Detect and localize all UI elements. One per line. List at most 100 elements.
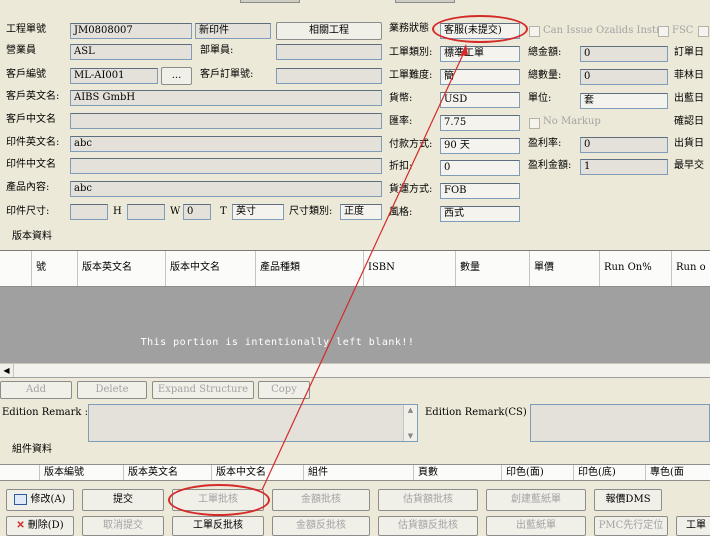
col-run-o[interactable]: Run o [672, 251, 710, 286]
pmc-position-button[interactable]: PMC先行定位 [594, 516, 668, 536]
total-amount-field[interactable]: 0 [580, 46, 668, 62]
size-unit-select[interactable]: 英寸 [232, 204, 284, 220]
copy-version-button[interactable]: Copy [258, 381, 310, 399]
scroll-left-arrow-icon[interactable]: ◀ [0, 364, 14, 377]
modify-button[interactable]: 修改(A) [6, 489, 74, 511]
discount-field[interactable]: 0 [440, 160, 520, 176]
no-markup-checkbox[interactable] [529, 118, 540, 129]
col-no[interactable]: 號 [32, 251, 78, 286]
versions-section-label: 版本資料 [12, 231, 52, 242]
job-extra-button[interactable]: 工單 [676, 516, 710, 536]
dept-field[interactable] [276, 44, 382, 60]
sales-label: 營業員 [6, 45, 36, 56]
job-type-label: 工單類別: [389, 47, 433, 58]
unit-select[interactable]: 套 [580, 93, 668, 109]
amount-approve-button[interactable]: 金額批核 [272, 489, 370, 511]
shipping-select[interactable]: FOB [440, 183, 520, 199]
fsc-label: FSC [672, 25, 694, 36]
blue-date-label: 出藍日 [674, 93, 704, 104]
discount-label: 折扣: [389, 161, 413, 172]
issue-blueprint-button[interactable]: 出藍紙單 [486, 516, 586, 536]
profit-rate-field[interactable]: 0 [580, 137, 668, 153]
comp-col-version-en[interactable]: 版本英文名 [124, 465, 212, 480]
ozalids-label: Can Issue Ozalids Instr. [543, 25, 663, 36]
print-en-field[interactable]: abc [70, 136, 382, 152]
create-blueprint-button[interactable]: 創建藍紙單 [486, 489, 586, 511]
profit-amount-field[interactable]: 1 [580, 159, 668, 175]
amount-unapprove-button[interactable]: 金額反批核 [272, 516, 370, 536]
size-h-field[interactable] [127, 204, 165, 220]
edition-remark-textarea[interactable]: ▲ ▼ [88, 404, 418, 442]
scroll-up-icon[interactable]: ▲ [404, 405, 417, 415]
difficulty-select[interactable]: 簡 [440, 69, 520, 85]
submit-button[interactable]: 提交 [82, 489, 164, 511]
col-price[interactable]: 單價 [530, 251, 600, 286]
cust-order-field[interactable] [276, 68, 382, 84]
cust-lookup-button[interactable]: ... [161, 67, 192, 85]
col-version-cn[interactable]: 版本中文名 [166, 251, 256, 286]
cust-code-field[interactable]: ML-AI001 [70, 68, 158, 84]
delete-button[interactable]: ✕ 刪除(D) [6, 516, 74, 536]
size-type-select[interactable]: 正度 [340, 204, 382, 220]
comp-col-version-no[interactable]: 版本編號 [40, 465, 124, 480]
job-type-select[interactable]: 標準工單 [440, 46, 520, 62]
extra-checkbox[interactable] [698, 26, 709, 37]
size-l-field[interactable] [70, 204, 108, 220]
cust-en-field[interactable]: AIBS GmbH [70, 90, 382, 106]
style-select[interactable]: 西式 [440, 206, 520, 222]
comp-col-version-cn[interactable]: 版本中文名 [212, 465, 304, 480]
print-cn-field[interactable] [70, 158, 382, 174]
comp-col-pages[interactable]: 頁數 [414, 465, 502, 480]
cust-order-label: 客戶訂單號: [200, 69, 254, 80]
versions-hscrollbar[interactable]: ◀ [0, 363, 710, 377]
size-w-field[interactable]: 0 [183, 204, 211, 220]
type-field[interactable]: 新印件 [195, 23, 271, 39]
ship-date-label: 出貨日 [674, 138, 704, 149]
comp-col-color-back[interactable]: 印色(底) [574, 465, 646, 480]
rate-field[interactable]: 7.75 [440, 115, 520, 131]
status-label: 業務狀態 [389, 23, 429, 34]
payment-select[interactable]: 90 天 [440, 138, 520, 154]
content-field[interactable]: abc [70, 181, 382, 197]
delete-version-button[interactable]: Delete [77, 381, 147, 399]
payment-label: 付款方式: [389, 139, 433, 150]
total-amount-label: 總金額: [528, 47, 562, 58]
blank-notice: This portion is intentionally left blank… [140, 337, 415, 348]
edition-remark-cs-textarea[interactable] [530, 404, 710, 442]
size-w-label: W [170, 206, 181, 217]
status-highlight-ellipse [432, 15, 528, 43]
cust-cn-field[interactable] [70, 113, 382, 129]
confirm-date-label: 確認日 [674, 116, 704, 127]
unit-label: 單位: [528, 93, 552, 104]
delete-x-icon: ✕ [16, 520, 25, 531]
total-qty-field[interactable]: 0 [580, 69, 668, 85]
job-unapprove-button[interactable]: 工單反批核 [172, 516, 264, 536]
related-project-button[interactable]: 相關工程 [276, 22, 382, 40]
add-version-button[interactable]: Add [0, 381, 72, 399]
ozalids-checkbox[interactable] [529, 26, 540, 37]
cancel-submit-button[interactable]: 取消提交 [82, 516, 164, 536]
film-date-label: 菲林日 [674, 70, 704, 81]
col-product-type[interactable]: 產品種類 [256, 251, 364, 286]
expand-structure-button[interactable]: Expand Structure [152, 381, 254, 399]
comp-col-color-face[interactable]: 印色(面) [502, 465, 574, 480]
total-qty-label: 總數量: [528, 70, 562, 81]
cust-code-label: 客戶編號 [6, 69, 46, 80]
col-version-en[interactable]: 版本英文名 [78, 251, 166, 286]
remark-scrollbar[interactable]: ▲ ▼ [403, 405, 417, 441]
sales-field[interactable]: ASL [70, 44, 192, 60]
components-grid-header: 版本編號 版本英文名 版本中文名 組件 頁數 印色(面) 印色(底) 專色(面 [0, 464, 710, 481]
currency-select[interactable]: USD [440, 92, 520, 108]
comp-col-component[interactable]: 組件 [304, 465, 414, 480]
scroll-down-icon[interactable]: ▼ [404, 431, 417, 441]
quote-dms-button[interactable]: 報價DMS [594, 489, 662, 511]
comp-col-spot-color[interactable]: 專色(面 [646, 465, 710, 480]
estimate-unapprove-button[interactable]: 估貨額反批核 [378, 516, 478, 536]
fsc-checkbox[interactable] [658, 26, 669, 37]
col-isbn[interactable]: ISBN [364, 251, 456, 286]
col-run-on-pct[interactable]: Run On% [600, 251, 672, 286]
estimate-approve-button[interactable]: 估貨額批核 [378, 489, 478, 511]
cust-cn-label: 客戶中文名 [6, 114, 56, 125]
col-qty[interactable]: 數量 [456, 251, 530, 286]
job-no-field[interactable]: JM0808007 [70, 23, 192, 39]
